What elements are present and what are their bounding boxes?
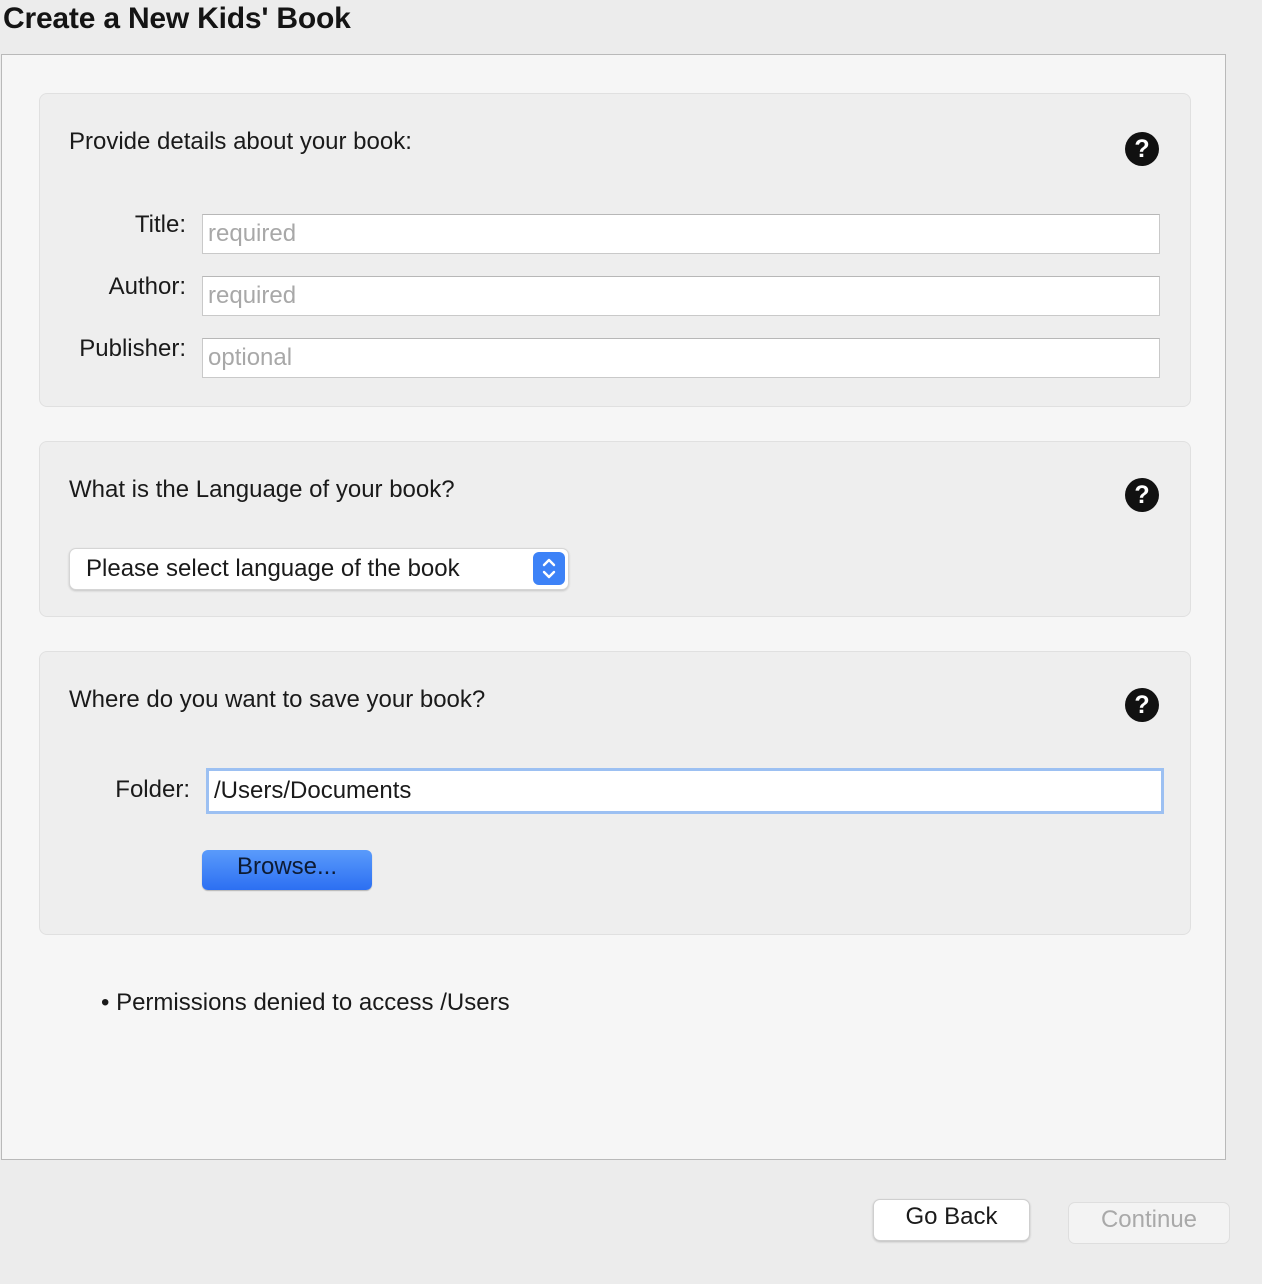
book-details-heading: Provide details about your book: — [69, 128, 412, 155]
folder-input[interactable] — [206, 768, 1164, 814]
chevron-up-down-icon — [533, 552, 565, 585]
language-select[interactable]: Please select language of the book — [69, 548, 569, 590]
title-label: Title: — [134, 211, 186, 238]
go-back-button[interactable]: Go Back — [873, 1199, 1030, 1241]
publisher-input[interactable] — [202, 338, 1160, 378]
author-input[interactable] — [202, 276, 1160, 316]
publisher-label: Publisher: — [79, 335, 186, 362]
question-circle-icon[interactable]: ? — [1125, 478, 1159, 512]
language-select-value: Please select language of the book — [86, 555, 460, 582]
save-location-panel: Where do you want to save your book? ? F… — [39, 651, 1191, 935]
continue-button[interactable]: Continue — [1068, 1202, 1230, 1244]
question-circle-icon[interactable]: ? — [1125, 132, 1159, 166]
folder-label: Folder: — [115, 776, 190, 803]
browse-button[interactable]: Browse... — [202, 850, 372, 890]
author-label: Author: — [108, 273, 186, 300]
save-location-heading: Where do you want to save your book? — [69, 686, 486, 713]
question-circle-icon[interactable]: ? — [1125, 688, 1159, 722]
window-title: Create a New Kids' Book — [3, 2, 351, 35]
title-input[interactable] — [202, 214, 1160, 254]
language-heading: What is the Language of your book? — [69, 476, 455, 503]
content-area: Provide details about your book: ? Title… — [1, 54, 1226, 1160]
permission-error-message: • Permissions denied to access /Users — [101, 989, 510, 1016]
language-panel: What is the Language of your book? ? Ple… — [39, 441, 1191, 617]
book-details-panel: Provide details about your book: ? Title… — [39, 93, 1191, 407]
